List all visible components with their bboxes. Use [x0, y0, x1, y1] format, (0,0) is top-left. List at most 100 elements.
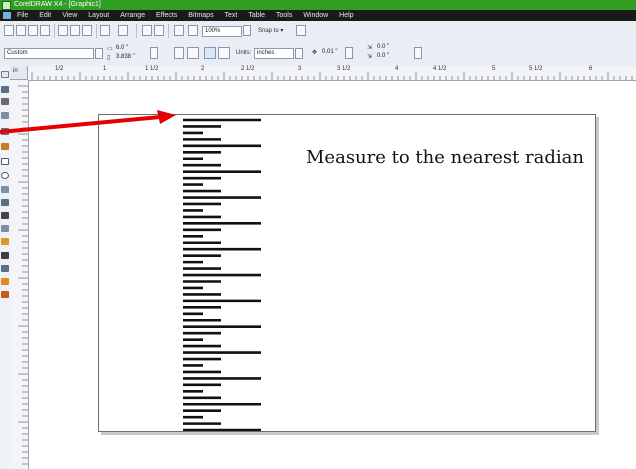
standard-toolbar: 100% Snap to ▾ [0, 21, 636, 42]
nudge-spinner[interactable] [345, 47, 353, 59]
pick-tool-icon[interactable] [1, 71, 9, 78]
save-icon[interactable] [28, 25, 38, 36]
page-width-field[interactable]: 6.0 " [114, 44, 146, 53]
duplicate-x-value: 0.0 " [377, 44, 390, 50]
duplicate-x-field[interactable]: 0.0 " [375, 43, 405, 52]
copy-icon[interactable] [70, 25, 80, 36]
snap-to-dropdown[interactable]: Snap to ▾ [258, 27, 283, 34]
lock-ratio-icon[interactable] [150, 47, 158, 59]
menu-bitmaps[interactable]: Bitmaps [188, 10, 213, 21]
undo-icon[interactable] [100, 25, 110, 36]
nudge-icon: ✥ [312, 50, 318, 56]
horizontal-ruler-ticks [31, 72, 633, 80]
menu-effects[interactable]: Effects [156, 10, 177, 21]
ruler-label: 1 1/2 [145, 66, 159, 72]
table-tool-icon[interactable] [1, 225, 9, 232]
ruler-unit-label: in [13, 68, 18, 74]
measure-caption-text[interactable]: Measure to the nearest radian [306, 147, 584, 168]
horizontal-ruler[interactable]: 1/2 1 1 1/2 2 2 1/2 3 3 1/2 4 4 1/2 5 5 … [28, 66, 636, 81]
units-value: inches [257, 50, 275, 56]
units-chevron-down-icon[interactable] [295, 48, 303, 59]
toolbar-separator [54, 24, 55, 38]
open-icon[interactable] [16, 25, 26, 36]
zoom-dropdown-chevron-icon[interactable] [243, 25, 251, 36]
snap-to-label: Snap to [258, 28, 279, 34]
menu-view[interactable]: View [62, 10, 77, 21]
page-width-value: 6.0 " [116, 45, 129, 51]
interactive-blend-tool-icon[interactable] [1, 238, 9, 245]
page-width-icon: ▭ [107, 46, 113, 52]
menu-layout[interactable]: Layout [88, 10, 109, 21]
nudge-distance-value: 0.01 " [322, 49, 338, 55]
nudge-distance-field[interactable]: 0.01 " [320, 48, 344, 59]
welcome-screen-icon[interactable] [188, 25, 198, 36]
redo-icon[interactable] [118, 25, 128, 36]
duplicate-x-icon: ⇲ [367, 45, 373, 51]
duplicate-spinner[interactable] [414, 47, 422, 59]
menu-bar: File Edit View Layout Arrange Effects Bi… [0, 10, 636, 21]
coreldraw-app-icon [2, 1, 11, 10]
units-select[interactable]: inches [254, 48, 294, 59]
landscape-icon[interactable] [187, 47, 199, 59]
text-tool-icon[interactable] [1, 212, 9, 219]
zoom-level-field[interactable]: 100% [202, 26, 242, 37]
interactive-fill-tool-icon[interactable] [1, 291, 9, 298]
window-title: CorelDRAW X4 - [Graphic1] [14, 1, 101, 8]
paper-type-value: Custom [7, 50, 28, 56]
current-page-icon[interactable] [218, 47, 230, 59]
property-bar: Custom ▭ 6.0 " ▯ 3.838 " Units: inches ✥… [0, 41, 636, 67]
menu-table[interactable]: Table [248, 10, 265, 21]
import-icon[interactable] [142, 25, 152, 36]
ruler-label: 4 1/2 [433, 66, 447, 72]
menu-file[interactable]: File [17, 10, 28, 21]
eyedropper-tool-icon[interactable] [1, 252, 9, 259]
all-pages-icon[interactable] [204, 47, 216, 59]
ruler-label: 3 1/2 [337, 66, 351, 72]
rectangle-tool-icon[interactable] [1, 158, 9, 165]
export-icon[interactable] [154, 25, 164, 36]
cut-icon[interactable] [58, 25, 68, 36]
toolbar-separator [136, 24, 137, 38]
outline-tool-icon[interactable] [1, 265, 9, 272]
page-height-field[interactable]: 3.838 " [114, 53, 146, 62]
new-icon[interactable] [4, 25, 14, 36]
ruler-label: 3 [298, 66, 302, 72]
basic-shapes-tool-icon[interactable] [1, 199, 9, 206]
menu-tools[interactable]: Tools [276, 10, 292, 21]
paste-icon[interactable] [82, 25, 92, 36]
units-label: Units: [236, 50, 252, 56]
red-arrow-icon [0, 110, 176, 134]
polygon-tool-icon[interactable] [1, 186, 9, 193]
print-icon[interactable] [40, 25, 50, 36]
crop-tool-icon[interactable] [1, 98, 9, 105]
options-icon[interactable] [296, 25, 306, 36]
document-icon [3, 12, 11, 19]
menu-window[interactable]: Window [303, 10, 328, 21]
ruler-label: 1/2 [55, 66, 64, 72]
duplicate-y-field[interactable]: 0.0 " [375, 52, 405, 61]
menu-edit[interactable]: Edit [39, 10, 51, 21]
ruler-label: 5 1/2 [529, 66, 543, 72]
toolbar-separator [168, 24, 169, 38]
paper-type-chevron-down-icon[interactable] [95, 48, 103, 59]
smart-fill-tool-icon[interactable] [1, 143, 9, 150]
ellipse-tool-icon[interactable] [1, 172, 9, 179]
page-height-value: 3.838 " [116, 54, 135, 60]
ruler-label: 5 [492, 66, 496, 72]
ruler-label: 1 [103, 66, 107, 72]
zoom-level-value: 100% [205, 28, 221, 34]
shape-tool-icon[interactable] [1, 86, 9, 93]
ruler-label: 2 [201, 66, 205, 72]
application-launcher-icon[interactable] [174, 25, 184, 36]
portrait-icon[interactable] [174, 47, 184, 59]
title-bar: CorelDRAW X4 - [Graphic1] [0, 0, 636, 10]
menu-text[interactable]: Text [225, 10, 238, 21]
fill-tool-icon[interactable] [1, 278, 9, 285]
duplicate-y-value: 0.0 " [377, 53, 390, 59]
paper-type-select[interactable]: Custom [4, 48, 94, 59]
duplicate-y-icon: ⇲ [367, 54, 373, 60]
menu-help[interactable]: Help [339, 10, 353, 21]
page-height-icon: ▯ [107, 55, 111, 61]
ruler-origin[interactable]: in [10, 66, 28, 80]
menu-arrange[interactable]: Arrange [120, 10, 145, 21]
